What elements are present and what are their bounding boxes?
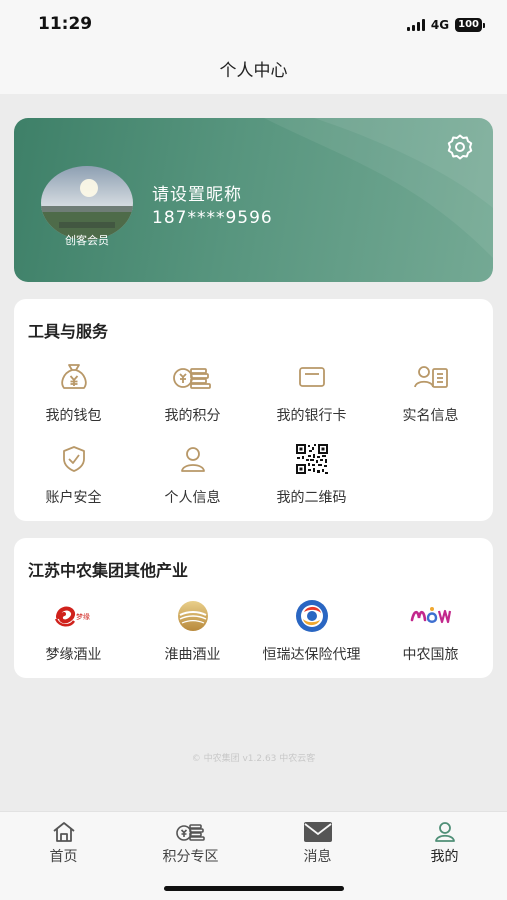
svg-text:梦缘: 梦缘 [76, 612, 90, 621]
signal-icon [406, 19, 425, 31]
tool-label: 我的二维码 [276, 490, 347, 506]
tab-mine[interactable]: 我的 [381, 820, 507, 866]
gear-icon [447, 134, 473, 160]
battery-tip [483, 22, 485, 28]
huaiqu-logo [177, 601, 208, 631]
industry-label: 梦缘酒业 [45, 647, 102, 663]
tool-label: 实名信息 [402, 408, 459, 424]
tool-label: 个人信息 [164, 490, 221, 506]
section-title-tools: 工具与服务 [28, 322, 109, 341]
hengruida-logo [295, 600, 328, 632]
tab-label: 首页 [49, 849, 78, 865]
nav-bar: 个人中心 [0, 50, 507, 94]
group-industries-panel: 江苏中农集团其他产业 梦缘 梦缘酒业 淮曲酒业 恒瑞达保险代理 中农国旅 [14, 538, 493, 678]
phone-number: 187****9596 [152, 208, 273, 228]
user-icon [180, 447, 205, 472]
industry-label: 淮曲酒业 [164, 647, 221, 663]
status-bar: 11:29 4G 100 [0, 0, 507, 50]
status-indicators: 4G 100 [406, 17, 485, 33]
shield-check-icon [62, 446, 85, 472]
nickname[interactable]: 请设置昵称 [152, 180, 242, 205]
coins-icon [172, 368, 211, 389]
status-time: 11:29 [38, 14, 93, 34]
tab-label: 消息 [303, 849, 332, 865]
tab-points-zone[interactable]: 积分专区 [127, 820, 254, 866]
tool-my-points[interactable]: 我的积分 [133, 361, 252, 425]
battery-icon: 100 [455, 18, 482, 32]
industry-mengyuan-wine[interactable]: 梦缘 梦缘酒业 [14, 600, 133, 664]
zhongnong-travel-logo [410, 607, 451, 624]
mengyuan-logo: 梦缘 [54, 606, 90, 627]
industry-label: 中农国旅 [402, 647, 459, 663]
network-type: 4G [430, 18, 450, 32]
tool-label: 我的积分 [164, 408, 221, 424]
industry-hengruida-insurance[interactable]: 恒瑞达保险代理 [252, 600, 371, 664]
bank-card-icon [298, 367, 325, 387]
user-icon [434, 822, 455, 842]
home-icon [52, 822, 75, 842]
tab-label: 我的 [430, 849, 459, 865]
copyright-text: © 中农集团 v1.2.63 中农云客 [191, 754, 316, 764]
member-level-badge: 创客会员 [65, 234, 109, 247]
tool-label: 账户安全 [45, 490, 102, 506]
tool-personal-info[interactable]: 个人信息 [133, 443, 252, 507]
page-title: 个人中心 [219, 61, 288, 81]
tool-account-security[interactable]: 账户安全 [14, 443, 133, 507]
tool-label: 我的银行卡 [276, 408, 347, 424]
avatar-photo [41, 166, 133, 240]
settings-button[interactable] [445, 132, 475, 162]
tool-my-wallet[interactable]: 我的钱包 [14, 361, 133, 425]
home-indicator[interactable] [164, 886, 344, 891]
mail-icon [303, 822, 332, 842]
industry-huaiqu-wine[interactable]: 淮曲酒业 [133, 600, 252, 664]
industry-label: 恒瑞达保险代理 [262, 647, 361, 663]
tab-messages[interactable]: 消息 [254, 820, 381, 866]
tab-label: 积分专区 [162, 849, 219, 865]
tool-my-qr-code[interactable]: 我的二维码 [252, 443, 371, 507]
industry-zhongnong-travel[interactable]: 中农国旅 [371, 600, 490, 664]
tool-real-name-info[interactable]: 实名信息 [371, 361, 490, 425]
avatar[interactable] [41, 166, 133, 240]
profile-card: 创客会员 请设置昵称 187****9596 [14, 118, 493, 282]
tools-services-panel: 工具与服务 我的钱包 我的积分 我的银行卡 实名信息 账户安全 个人信息 我的二… [14, 299, 493, 521]
qr-code-icon [294, 443, 329, 475]
tool-label: 我的钱包 [45, 408, 102, 424]
tab-home[interactable]: 首页 [0, 820, 127, 866]
section-title-industries: 江苏中农集团其他产业 [28, 561, 189, 580]
money-bag-icon [60, 364, 87, 389]
coins-icon [175, 824, 205, 841]
tool-my-bank-card[interactable]: 我的银行卡 [252, 361, 371, 425]
id-card-icon [413, 366, 448, 388]
